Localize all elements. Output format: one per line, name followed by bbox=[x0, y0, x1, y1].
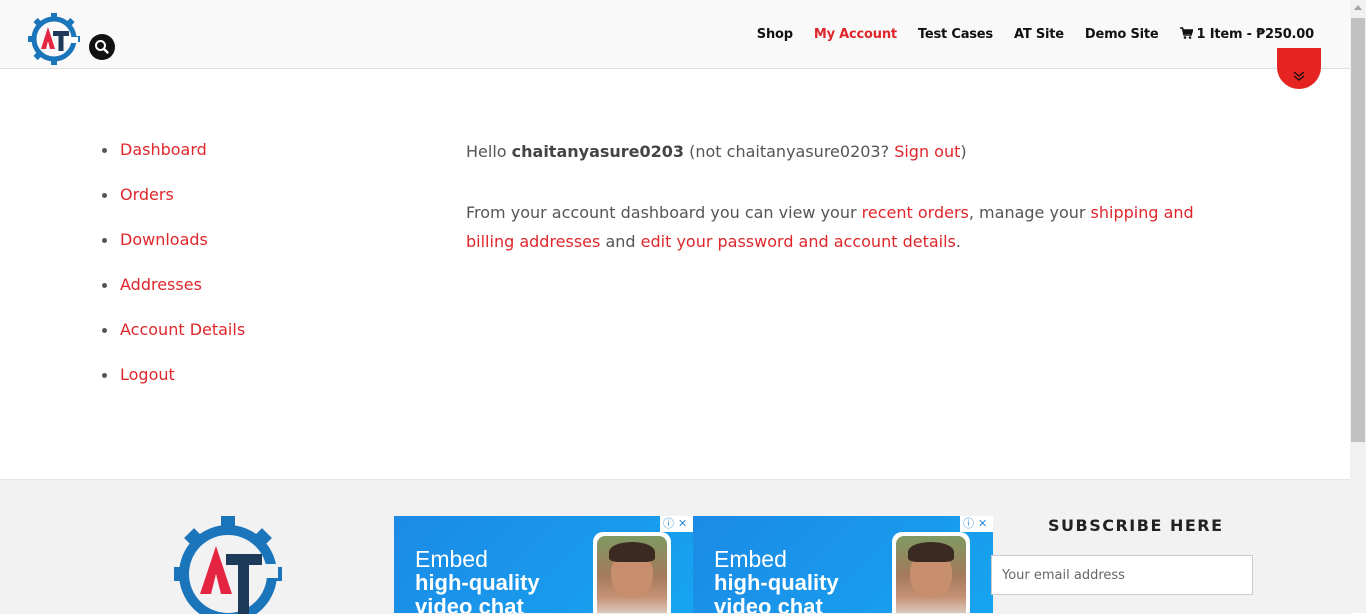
main-nav: Shop My Account Test Cases AT Site Demo … bbox=[736, 27, 1314, 42]
cart-icon bbox=[1179, 27, 1193, 39]
account-nav-addresses[interactable]: Addresses bbox=[120, 272, 202, 298]
username: chaitanyasure0203 bbox=[511, 142, 685, 161]
ad-line-2: high-quality bbox=[415, 570, 540, 595]
recent-orders-link[interactable]: recent orders bbox=[862, 203, 969, 222]
edit-account-link[interactable]: edit your password and account details bbox=[641, 232, 956, 251]
scrollbar-thumb[interactable] bbox=[1351, 18, 1365, 442]
sign-out-link[interactable]: Sign out bbox=[894, 142, 960, 161]
ad-line-3: video chat bbox=[415, 594, 524, 614]
ad-choices[interactable]: ⓘ ✕ bbox=[960, 516, 993, 532]
search-button[interactable] bbox=[89, 34, 115, 60]
account-nav-account-details[interactable]: Account Details bbox=[120, 317, 245, 343]
info-icon[interactable]: ⓘ bbox=[663, 516, 674, 532]
account-nav-logout[interactable]: Logout bbox=[120, 362, 175, 388]
ad-headline: Embed bbox=[415, 546, 488, 572]
intro-text: From your account dashboard you can view… bbox=[466, 203, 862, 222]
footer-logo[interactable] bbox=[170, 516, 286, 614]
ad-subheadline: high-quality video chat bbox=[714, 570, 839, 614]
greeting-text: Hello bbox=[466, 142, 512, 161]
advertisement-banner[interactable]: Embed high-quality video chat ⓘ ✕ bbox=[394, 516, 693, 613]
intro-mid-text: , manage your bbox=[968, 203, 1091, 222]
account-nav-orders[interactable]: Orders bbox=[120, 182, 174, 208]
account-nav-downloads[interactable]: Downloads bbox=[120, 227, 208, 253]
double-chevron-down-icon bbox=[1293, 71, 1305, 81]
greeting-paragraph: Hello chaitanyasure0203 (not chaitanyasu… bbox=[466, 137, 1226, 166]
nav-shop[interactable]: Shop bbox=[757, 27, 793, 42]
ad-line-3: video chat bbox=[714, 594, 823, 614]
close-icon[interactable]: ✕ bbox=[978, 516, 987, 532]
account-nav-dashboard[interactable]: Dashboard bbox=[120, 137, 207, 163]
advertisement-banner[interactable]: Embed high-quality video chat ⓘ ✕ bbox=[693, 516, 993, 613]
cart-label: 1 Item - ₱250.00 bbox=[1196, 27, 1315, 42]
ad-choices[interactable]: ⓘ ✕ bbox=[660, 516, 693, 532]
subscribe-email-input[interactable] bbox=[991, 555, 1253, 595]
page-scrollbar[interactable] bbox=[1350, 0, 1366, 613]
nav-at-site[interactable]: AT Site bbox=[1014, 27, 1064, 42]
scroll-down-button[interactable] bbox=[1277, 48, 1321, 89]
nav-test-cases[interactable]: Test Cases bbox=[918, 27, 993, 42]
close-icon[interactable]: ✕ bbox=[678, 516, 687, 532]
ad-subheadline: high-quality video chat bbox=[415, 570, 540, 614]
ad-headline: Embed bbox=[714, 546, 787, 572]
nav-cart[interactable]: 1 Item - ₱250.00 bbox=[1179, 27, 1315, 42]
scroll-up-arrow-icon[interactable] bbox=[1354, 5, 1362, 10]
intro-and-text: and bbox=[600, 232, 641, 251]
ad-line-2: high-quality bbox=[714, 570, 839, 595]
site-logo[interactable] bbox=[28, 13, 80, 65]
search-icon bbox=[95, 40, 109, 54]
not-user-text: (not chaitanyasure0203? bbox=[684, 142, 895, 161]
site-header: Shop My Account Test Cases AT Site Demo … bbox=[0, 0, 1350, 69]
intro-end-text: . bbox=[955, 232, 961, 251]
nav-my-account[interactable]: My Account bbox=[814, 27, 897, 42]
subscribe-heading: SUBSCRIBE HERE bbox=[1048, 516, 1224, 535]
info-icon[interactable]: ⓘ bbox=[963, 516, 974, 532]
account-dashboard-content: Hello chaitanyasure0203 (not chaitanyasu… bbox=[466, 137, 1226, 256]
ad-image bbox=[593, 532, 671, 613]
dashboard-intro-paragraph: From your account dashboard you can view… bbox=[466, 198, 1226, 256]
closing-paren: ) bbox=[960, 142, 967, 161]
nav-demo-site[interactable]: Demo Site bbox=[1085, 27, 1159, 42]
ad-image bbox=[892, 532, 970, 613]
